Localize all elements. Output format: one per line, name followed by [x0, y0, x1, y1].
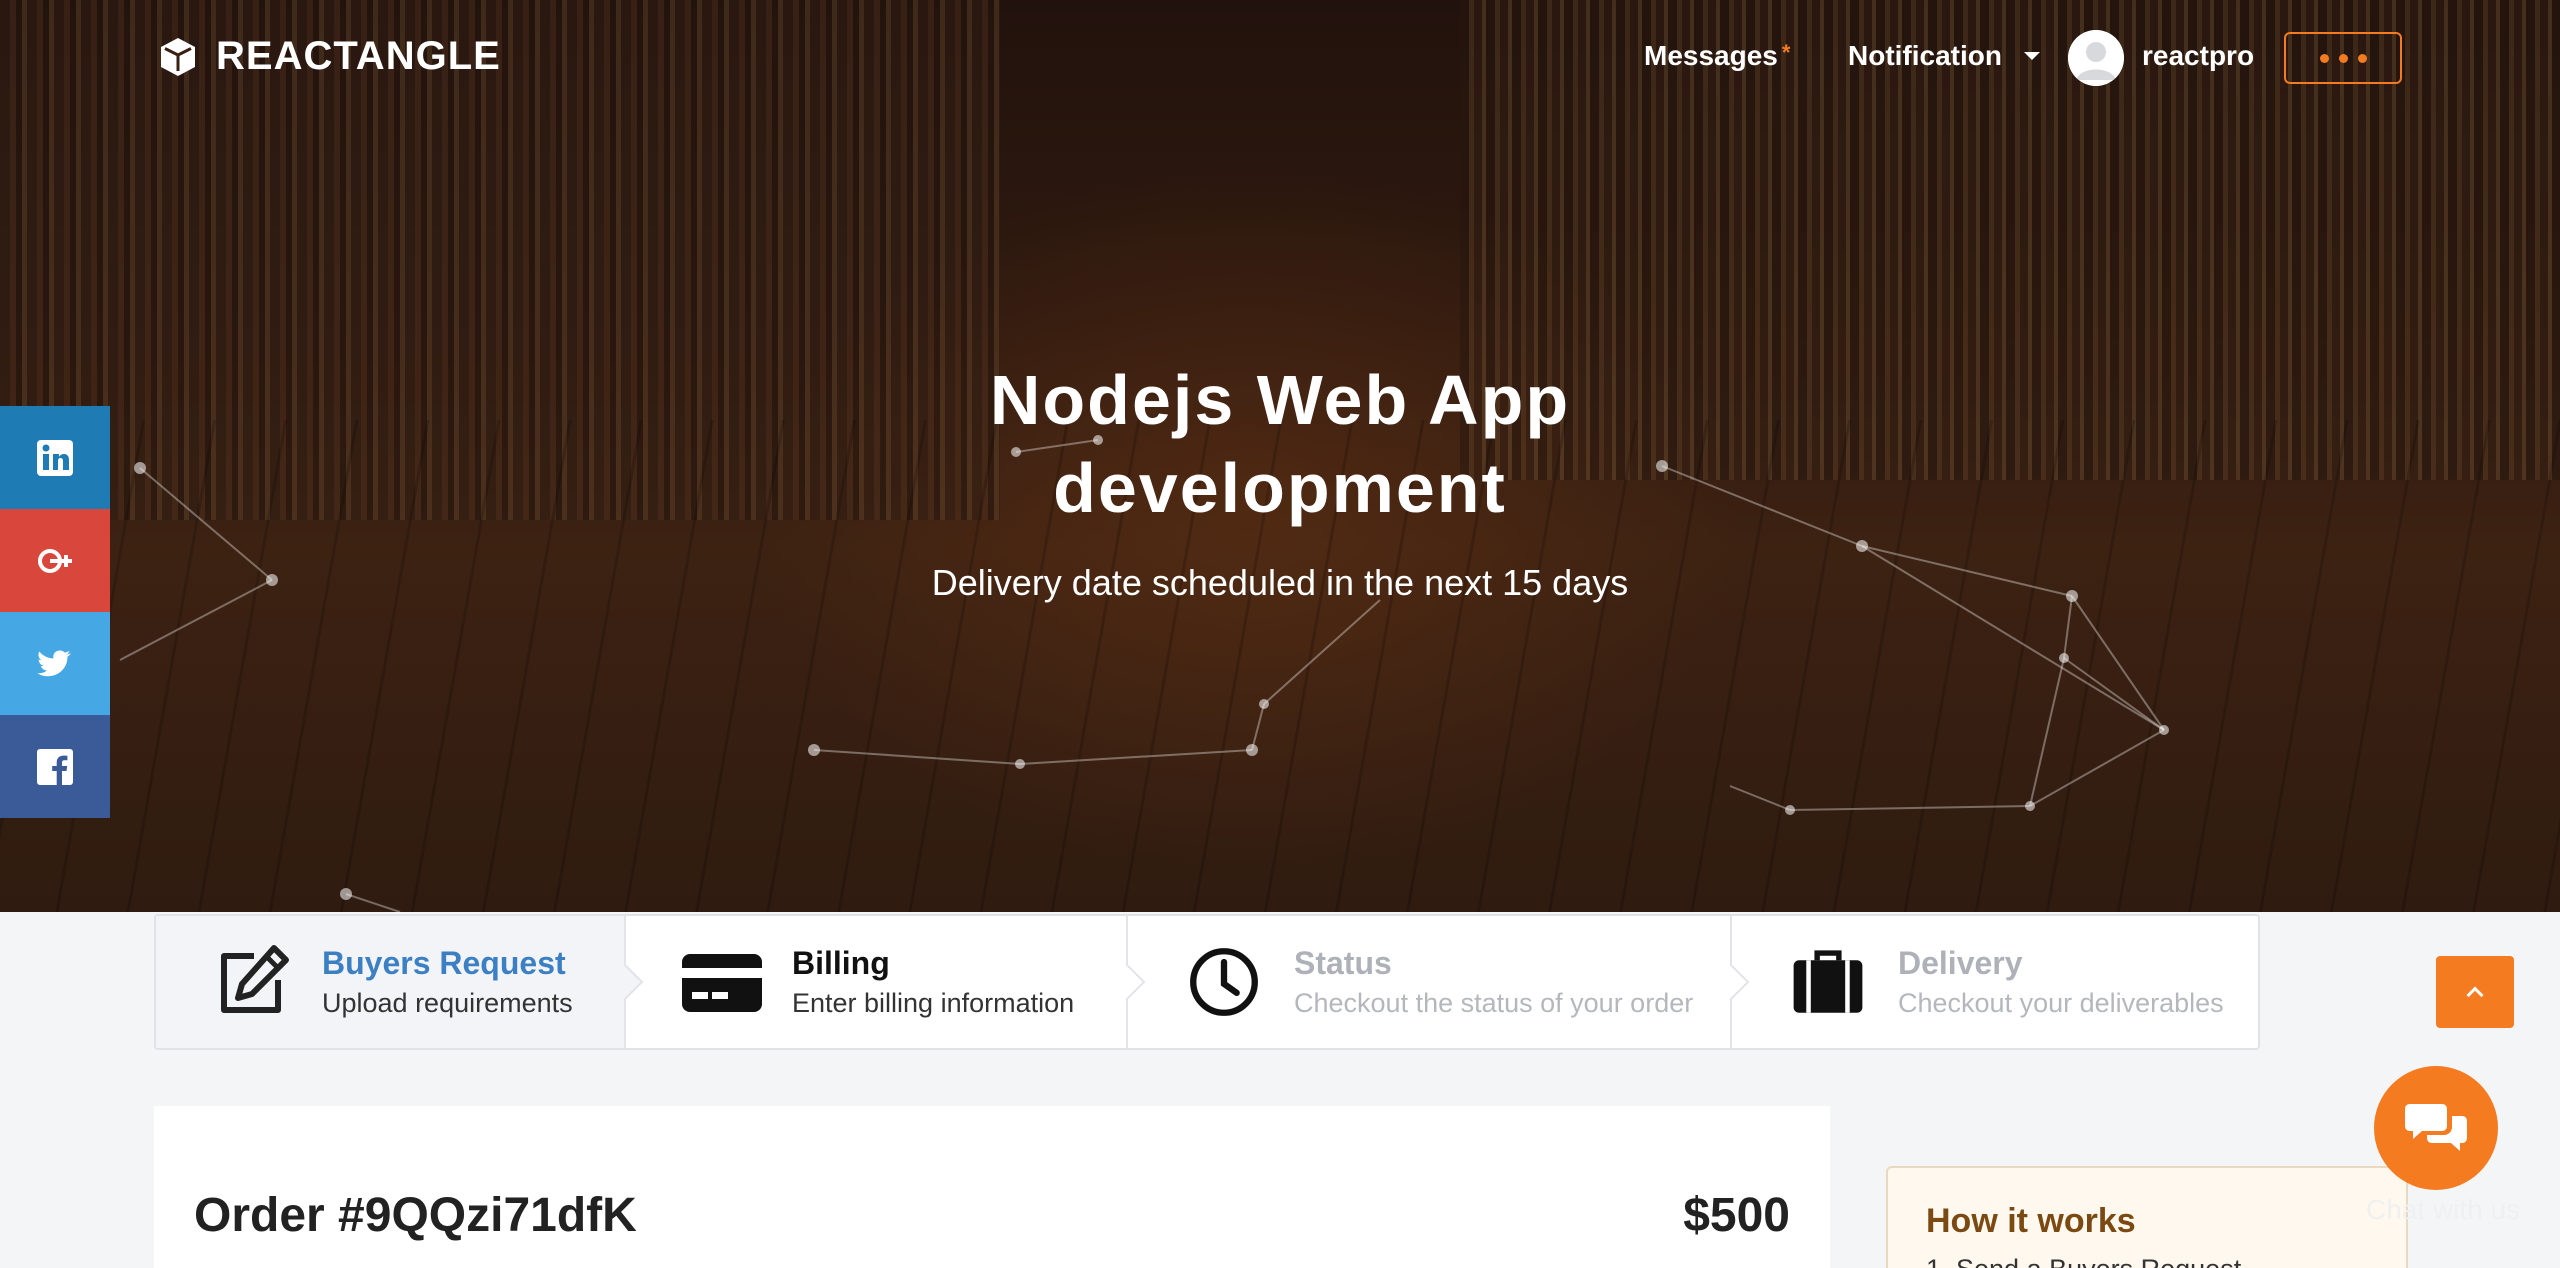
chevron-down-icon [2024, 52, 2040, 60]
chevron-up-icon [2466, 986, 2484, 1004]
chat-label: Chat with us [2366, 1194, 2521, 1225]
step-title: Status [1294, 945, 1392, 981]
top-navigation: Messages * Notification reactpro [0, 30, 2560, 86]
how-it-works-card: How it works 1. Send a Buyers Request [1886, 1166, 2408, 1268]
nav-notification-label: Notification [1848, 40, 2002, 71]
nav-messages-label: Messages [1644, 40, 1778, 71]
scroll-to-top-button[interactable] [2436, 956, 2514, 1028]
step-buyers-request[interactable]: Buyers Request Upload requirements [156, 916, 644, 1048]
step-delivery[interactable]: Delivery Checkout your deliverables [1732, 916, 2258, 1048]
order-summary-card: Order #9QQzi71dfK $500 [154, 1106, 1830, 1268]
hero-banner: REACTANGLE Messages * Notification reactp… [0, 0, 2560, 912]
google-plus-icon [38, 548, 72, 573]
edit-icon [210, 940, 294, 1024]
user-avatar[interactable] [2068, 30, 2124, 86]
how-it-works-step: 1. Send a Buyers Request [1926, 1254, 2241, 1268]
clock-icon [1182, 940, 1266, 1024]
step-title: Buyers Request [322, 945, 566, 981]
more-menu-button[interactable] [2284, 32, 2402, 84]
step-description: Checkout the status of your order [1294, 988, 1694, 1018]
credit-card-icon [680, 940, 764, 1024]
step-title: Delivery [1898, 945, 2023, 981]
dot-icon [2357, 53, 2367, 63]
step-title: Billing [792, 945, 890, 981]
unread-indicator: * [1781, 40, 1791, 65]
social-share-bar [0, 406, 110, 818]
briefcase-icon [1786, 940, 1870, 1024]
nav-username[interactable]: reactpro [2142, 40, 2254, 72]
chat-bubbles-icon [2405, 1104, 2467, 1151]
step-description: Checkout your deliverables [1898, 988, 2224, 1018]
nav-notification-dropdown[interactable]: Notification [1848, 40, 2040, 72]
dot-icon [2319, 53, 2329, 63]
step-status[interactable]: Status Checkout the status of your order [1128, 916, 1750, 1048]
nav-messages-link[interactable]: Messages * [1644, 40, 1790, 72]
how-it-works-title: How it works [1926, 1202, 2136, 1240]
order-price: $500 [1683, 1189, 1790, 1242]
facebook-share-button[interactable] [0, 715, 110, 818]
linkedin-icon [37, 439, 73, 476]
linkedin-share-button[interactable] [0, 406, 110, 509]
google-plus-share-button[interactable] [0, 509, 110, 612]
step-billing[interactable]: Billing Enter billing information [626, 916, 1146, 1048]
hero-subtitle: Delivery date scheduled in the next 15 d… [931, 562, 1629, 603]
dot-icon [2338, 53, 2348, 63]
twitter-icon [37, 649, 71, 676]
step-description: Upload requirements [322, 988, 573, 1018]
step-description: Enter billing information [792, 988, 1075, 1018]
order-id: Order #9QQzi71dfK [194, 1189, 637, 1242]
user-silhouette-icon [2068, 30, 2124, 86]
order-progress-steps: Buyers Request Upload requirements Billi… [154, 914, 2260, 1050]
facebook-icon [37, 748, 73, 785]
hero-title: Nodejs Web App development [989, 361, 1571, 527]
twitter-share-button[interactable] [0, 612, 110, 715]
chat-launcher-button[interactable] [2374, 1066, 2498, 1190]
